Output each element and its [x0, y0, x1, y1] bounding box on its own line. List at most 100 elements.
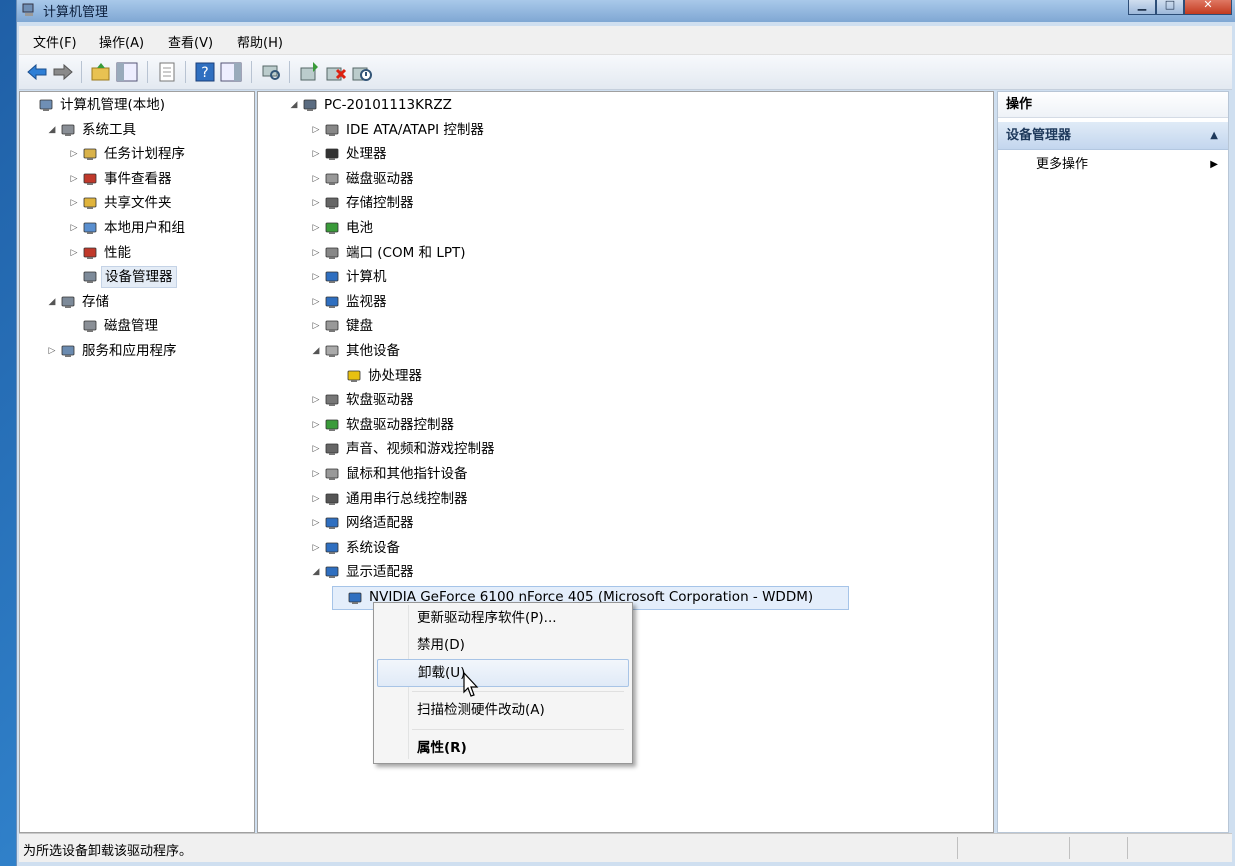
expanded-arrow-icon[interactable]: ◢ [46, 119, 58, 141]
expand-arrow-icon[interactable]: ▷ [46, 340, 58, 362]
device-tree-node[interactable]: 协处理器 [332, 365, 992, 387]
context-menu-item[interactable]: 卸载(U) [377, 659, 629, 687]
expand-arrow-icon[interactable]: ▷ [310, 488, 322, 510]
expand-arrow-icon[interactable]: ▷ [310, 512, 322, 534]
device-tree-node[interactable]: ▷ 鼠标和其他指针设备 [310, 463, 970, 485]
device-tree-node[interactable]: ▷ 端口 (COM 和 LPT) [310, 242, 970, 264]
expand-arrow-icon[interactable]: ▷ [310, 463, 322, 485]
menu-help[interactable]: 帮助(H) [233, 32, 287, 51]
expanded-arrow-icon[interactable]: ◢ [310, 561, 322, 583]
console-tree-label: 共享文件夹 [104, 195, 172, 212]
expand-arrow-icon[interactable]: ▷ [310, 143, 322, 165]
expand-arrow-icon[interactable]: ▷ [68, 168, 80, 190]
menu-separator [412, 691, 624, 692]
device-tree-node[interactable]: ▷ 监视器 [310, 291, 970, 313]
up-folder-icon[interactable] [89, 60, 113, 84]
show-action-pane-icon[interactable] [219, 60, 243, 84]
device-tree-node[interactable]: ▷ 磁盘驱动器 [310, 168, 970, 190]
device-tree-node[interactable]: ▷ 键盘 [310, 315, 970, 337]
expand-arrow-icon[interactable]: ▷ [310, 192, 322, 214]
expand-arrow-icon[interactable]: ▷ [68, 242, 80, 264]
storage-icon [60, 294, 76, 310]
title-bar[interactable]: 计算机管理 ▁ □ ✕ [17, 0, 1235, 22]
context-menu-item[interactable]: 更新驱动程序软件(P)... [377, 605, 627, 631]
device-tree-node[interactable]: ▷ 处理器 [310, 143, 970, 165]
computer-management-icon [38, 97, 54, 113]
close-button[interactable]: ✕ [1184, 0, 1232, 15]
console-tree-label: 性能 [104, 244, 131, 261]
device-tree-node[interactable]: ◢ 其他设备 [310, 340, 970, 362]
keyboard-icon [324, 318, 340, 334]
disable-device-icon[interactable] [349, 60, 373, 84]
event-viewer-icon [82, 171, 98, 187]
menu-file[interactable]: 文件(F) [29, 32, 81, 51]
ide-controller-icon [324, 122, 340, 138]
device-tree-node[interactable]: ▷ 声音、视频和游戏控制器 [310, 438, 970, 460]
back-icon[interactable] [25, 60, 49, 84]
device-tree-node[interactable]: ▷ 网络适配器 [310, 512, 970, 534]
console-tree-label: 服务和应用程序 [82, 343, 177, 359]
expand-arrow-icon[interactable]: ▷ [310, 438, 322, 460]
device-tree-label: 键盘 [346, 318, 373, 335]
device-tree-label: 处理器 [346, 146, 387, 163]
maximize-button[interactable]: □ [1156, 0, 1184, 15]
expanded-arrow-icon[interactable]: ◢ [288, 94, 300, 116]
expand-arrow-icon[interactable]: ▷ [68, 192, 80, 214]
toolbar: ? [19, 55, 1232, 90]
expanded-arrow-icon[interactable]: ◢ [310, 340, 322, 362]
device-tree-node[interactable]: ▷ 电池 [310, 217, 970, 239]
status-bar: 为所选设备卸载该驱动程序。 [19, 833, 1232, 862]
context-menu-item-label: 更新驱动程序软件(P)... [417, 610, 557, 626]
expand-arrow-icon[interactable]: ▷ [68, 143, 80, 165]
collapse-up-icon[interactable]: ▲ [1210, 122, 1218, 150]
expand-arrow-icon[interactable]: ▷ [310, 291, 322, 313]
device-tree-label: 其他设备 [346, 343, 400, 359]
device-tree-node[interactable]: ◢ PC-20101113KRZZ [288, 94, 948, 116]
context-menu-item[interactable]: 扫描检测硬件改动(A) [377, 697, 627, 723]
console-tree-pane[interactable]: 计算机管理(本地) ◢ 系统工具 ▷ 任务计划程序 ▷ 事件查看器 ▷ 共享文件夹 ▷ 本地用户和组… [19, 91, 255, 833]
expand-arrow-icon[interactable]: ▷ [310, 217, 322, 239]
uninstall-device-icon[interactable] [323, 60, 347, 84]
export-list-icon[interactable] [155, 60, 179, 84]
device-tree-node[interactable]: ▷ IDE ATA/ATAPI 控制器 [310, 119, 970, 141]
menu-action[interactable]: 操作(A) [95, 32, 148, 51]
forward-icon[interactable] [51, 60, 75, 84]
expand-arrow-icon[interactable]: ▷ [310, 266, 322, 288]
device-tree-node[interactable]: ▷ 系统设备 [310, 537, 970, 559]
minimize-button[interactable]: ▁ [1128, 0, 1156, 15]
device-tree-label: 软盘驱动器 [346, 392, 414, 409]
floppy-drive-icon [324, 392, 340, 408]
device-tree-node[interactable]: ◢ 显示适配器 [310, 561, 970, 583]
context-menu-item[interactable]: 禁用(D) [377, 632, 627, 658]
scan-hardware-icon[interactable] [259, 60, 283, 84]
expanded-arrow-icon[interactable]: ◢ [46, 291, 58, 313]
expand-arrow-icon[interactable]: ▷ [310, 119, 322, 141]
device-tree-label: 网络适配器 [346, 515, 414, 532]
device-tree-node[interactable]: ▷ 软盘驱动器控制器 [310, 414, 970, 436]
device-tree-label: 声音、视频和游戏控制器 [346, 441, 495, 458]
console-tree-label: 本地用户和组 [104, 220, 185, 236]
expand-arrow-icon[interactable]: ▷ [310, 315, 322, 337]
device-tree-node[interactable]: ▷ 存储控制器 [310, 192, 970, 214]
expand-arrow-icon[interactable]: ▷ [310, 414, 322, 436]
device-tree-node[interactable]: ▷ 通用串行总线控制器 [310, 488, 970, 510]
update-driver-icon[interactable] [297, 60, 321, 84]
expand-arrow-icon[interactable]: ▷ [310, 389, 322, 411]
context-menu: 更新驱动程序软件(P)... 禁用(D) 卸载(U) 扫描检测硬件改动(A) 属性(R) [373, 602, 633, 764]
context-menu-item[interactable]: 属性(R) [377, 735, 627, 761]
console-tree-label: 存储 [82, 293, 109, 310]
port-icon [324, 245, 340, 261]
device-tree-node[interactable]: ▷ 计算机 [310, 266, 970, 288]
expand-arrow-icon[interactable]: ▷ [310, 242, 322, 264]
expand-arrow-icon[interactable]: ▷ [310, 168, 322, 190]
device-tree-node[interactable]: ▷ 软盘驱动器 [310, 389, 970, 411]
expand-arrow-icon[interactable]: ▷ [68, 217, 80, 239]
processor-icon [324, 146, 340, 162]
local-users-icon [82, 220, 98, 236]
actions-section-device-manager[interactable]: 设备管理器 ▲ [998, 122, 1228, 150]
more-actions-item[interactable]: 更多操作 ▶ [998, 152, 1228, 178]
help-icon[interactable]: ? [193, 60, 217, 84]
menu-view[interactable]: 查看(V) [164, 32, 217, 51]
expand-arrow-icon[interactable]: ▷ [310, 537, 322, 559]
show-console-tree-icon[interactable] [115, 60, 139, 84]
